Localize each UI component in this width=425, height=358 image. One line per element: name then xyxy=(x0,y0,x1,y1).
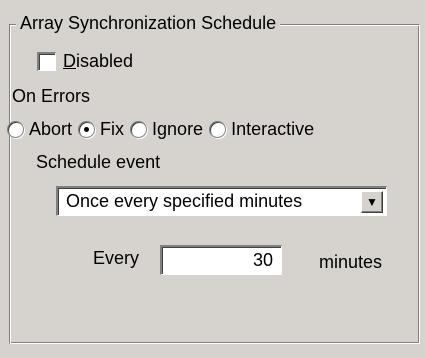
triangle-down-icon: ▼ xyxy=(366,194,378,209)
every-label-row: Every xyxy=(93,248,139,269)
group-title: Array Synchronization Schedule xyxy=(16,11,281,35)
radio-ignore[interactable]: Ignore xyxy=(130,119,203,140)
radio-interactive-circle[interactable] xyxy=(209,121,227,138)
minutes-unit-label: minutes xyxy=(319,252,383,272)
radio-fix-circle[interactable] xyxy=(78,121,96,138)
minutes-unit-row: minutes xyxy=(319,252,382,273)
disabled-checkbox-row[interactable]: Disabled xyxy=(37,51,133,72)
every-label: Every xyxy=(93,248,140,268)
schedule-event-value[interactable]: Once every specified minutes xyxy=(58,191,361,212)
on-errors-text: On Errors xyxy=(12,86,91,106)
array-sync-schedule-groupbox xyxy=(9,24,420,344)
schedule-event-select[interactable]: Once every specified minutes ▼ xyxy=(56,186,387,216)
schedule-event-label: Schedule event xyxy=(36,152,161,172)
radio-fix-label[interactable]: Fix xyxy=(100,119,124,140)
disabled-checkbox[interactable] xyxy=(37,52,56,71)
radio-fix[interactable]: Fix xyxy=(78,119,124,140)
radio-abort[interactable]: Abort xyxy=(7,119,72,140)
minutes-input[interactable]: 30 xyxy=(160,245,282,275)
dropdown-button[interactable]: ▼ xyxy=(361,190,383,213)
radio-ignore-circle[interactable] xyxy=(130,121,148,138)
on-errors-radio-group: Abort Fix Ignore Interactive xyxy=(7,119,314,140)
radio-abort-circle[interactable] xyxy=(7,121,24,138)
disabled-checkbox-label[interactable]: Disabled xyxy=(63,51,133,72)
radio-interactive[interactable]: Interactive xyxy=(209,119,314,140)
schedule-panel: Array Synchronization Schedule Disabled … xyxy=(0,0,425,358)
radio-interactive-label[interactable]: Interactive xyxy=(231,119,314,140)
on-errors-label: On Errors xyxy=(12,86,90,107)
schedule-event-label-row: Schedule event xyxy=(36,152,160,173)
radio-abort-label[interactable]: Abort xyxy=(29,119,72,140)
radio-ignore-label[interactable]: Ignore xyxy=(152,119,203,140)
